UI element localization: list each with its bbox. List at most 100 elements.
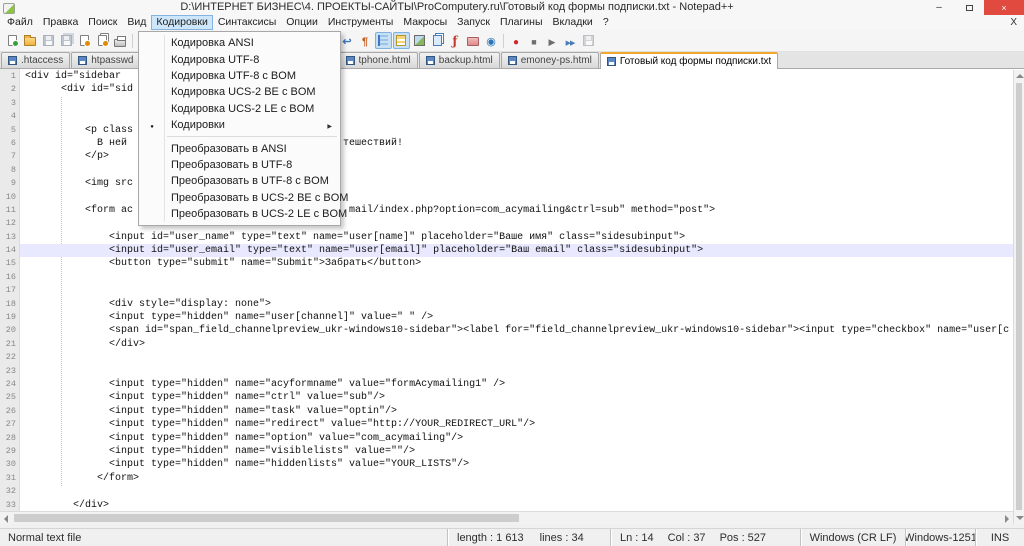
tab-htpasswd[interactable]: htpasswd — [71, 52, 140, 68]
vertical-scroll-thumb[interactable] — [1016, 83, 1022, 510]
code-line[interactable]: 32 — [0, 485, 1013, 498]
menu-item-encode-utf8-bom[interactable]: Кодировка UTF-8 с BOM — [139, 68, 340, 84]
monitoring-button[interactable] — [483, 32, 500, 49]
code-line[interactable]: 31 </form> — [0, 472, 1013, 485]
scroll-left-icon[interactable] — [4, 515, 8, 523]
menubar-item-run[interactable]: Запуск — [452, 15, 495, 30]
macro-play-button[interactable] — [544, 32, 561, 49]
code-text — [25, 365, 1013, 378]
code-line[interactable]: 26 <input type="hidden" name="task" valu… — [0, 405, 1013, 418]
scroll-down-icon[interactable] — [1016, 516, 1024, 520]
macro-record-button[interactable] — [508, 32, 525, 49]
menu-item-encode-utf8[interactable]: Кодировка UTF-8 — [139, 51, 340, 67]
print-button[interactable] — [112, 32, 129, 49]
menu-item-encode-ucs2le-bom[interactable]: Кодировка UCS-2 LE с BOM — [139, 101, 340, 117]
menubar-item-macros[interactable]: Макросы — [398, 15, 452, 30]
line-number: 10 — [0, 191, 20, 204]
menubar-item-tools[interactable]: Инструменты — [323, 15, 398, 30]
code-line[interactable]: 30 <input type="hidden" name="hiddenlist… — [0, 458, 1013, 471]
code-line[interactable]: 28 <input type="hidden" name="option" va… — [0, 432, 1013, 445]
code-line[interactable]: 21 </div> — [0, 338, 1013, 351]
menu-item-encode-ansi[interactable]: Кодировка ANSI — [139, 35, 340, 51]
code-line[interactable]: 27 <input type="hidden" name="redirect" … — [0, 418, 1013, 431]
document-switcher-icon — [433, 35, 442, 46]
code-line[interactable]: 15 <button type="submit" name="Submit">З… — [0, 257, 1013, 270]
code-line[interactable]: 22 — [0, 351, 1013, 364]
horizontal-scroll-thumb[interactable] — [14, 514, 519, 522]
menu-item-label: Кодировка UCS-2 BE с BOM — [171, 86, 316, 98]
tab-subscribe-form[interactable]: Готовый код формы подписки.txt — [600, 52, 779, 69]
new-file-button[interactable] — [4, 32, 21, 49]
close-file-button[interactable] — [76, 32, 93, 49]
macro-run-multiple-button[interactable] — [562, 32, 579, 49]
menubar-item-tabs[interactable]: Вкладки — [548, 15, 598, 30]
code-line[interactable]: 33 </div> — [0, 499, 1013, 512]
open-file-button[interactable] — [22, 32, 39, 49]
macro-save-button[interactable] — [580, 32, 597, 49]
statusbar-insert-mode[interactable]: INS — [975, 529, 1024, 546]
function-list-button[interactable] — [393, 32, 410, 49]
save-file-button[interactable] — [40, 32, 57, 49]
save-all-button[interactable] — [58, 32, 75, 49]
saved-file-icon — [426, 56, 435, 65]
code-line[interactable]: 14 <input id="user_email" type="text" na… — [0, 244, 1013, 257]
menubar-item-plugins[interactable]: Плагины — [495, 15, 548, 30]
menu-item-convert-utf8[interactable]: Преобразовать в UTF-8 — [139, 157, 340, 173]
code-line[interactable]: 16 — [0, 271, 1013, 284]
minimize-icon: – — [936, 2, 942, 13]
vertical-scrollbar[interactable] — [1013, 70, 1024, 524]
code-line[interactable]: 18 <div style="display: none"> — [0, 298, 1013, 311]
menubar-item-file[interactable]: Файл — [2, 15, 38, 30]
close-all-icon — [98, 35, 107, 46]
code-line[interactable]: 29 <input type="hidden" name="visiblelis… — [0, 445, 1013, 458]
line-number: 8 — [0, 164, 20, 177]
menu-separator — [139, 133, 340, 140]
menubar-item-view[interactable]: Вид — [122, 15, 151, 30]
menubar-item-options[interactable]: Опции — [281, 15, 323, 30]
line-number: 22 — [0, 351, 20, 364]
document-map-button[interactable] — [411, 32, 428, 49]
horizontal-scrollbar[interactable] — [0, 511, 1013, 524]
show-all-characters-button[interactable] — [357, 32, 374, 49]
scroll-right-icon[interactable] — [1005, 515, 1009, 523]
minimize-button[interactable]: – — [924, 0, 954, 15]
code-line[interactable]: 24 <input type="hidden" name="acyformnam… — [0, 378, 1013, 391]
close-button[interactable]: × — [984, 0, 1024, 15]
close-document-button[interactable]: X — [1003, 15, 1024, 30]
scroll-up-icon[interactable] — [1016, 74, 1024, 78]
menu-item-convert-ucs2be-bom[interactable]: Преобразовать в UCS-2 BE с BOM — [139, 190, 340, 206]
menu-item-character-sets[interactable]: Кодировки — [139, 117, 340, 133]
menubar-item-encoding[interactable]: Кодировки — [151, 15, 212, 30]
statusbar-caret-position: Ln : 14 Col : 37 Pos : 527 — [610, 529, 800, 546]
code-line[interactable]: 19 <input type="hidden" name="user[chann… — [0, 311, 1013, 324]
menu-item-convert-utf8-bom[interactable]: Преобразовать в UTF-8 с BOM — [139, 173, 340, 189]
document-switcher-button[interactable] — [429, 32, 446, 49]
restore-button[interactable] — [954, 0, 984, 15]
code-line[interactable]: 13 <input id="user_name" type="text" nam… — [0, 231, 1013, 244]
tab-emoney[interactable]: emoney-ps.html — [501, 52, 599, 68]
menu-item-encode-ucs2be-bom[interactable]: Кодировка UCS-2 BE с BOM — [139, 84, 340, 100]
code-line[interactable]: 20 <span id="span_field_channelpreview_u… — [0, 324, 1013, 337]
line-number: 19 — [0, 311, 20, 324]
menu-item-convert-ucs2le-bom[interactable]: Преобразовать в UCS-2 LE с BOM — [139, 206, 340, 222]
line-number: 4 — [0, 110, 20, 123]
macro-stop-button[interactable] — [526, 32, 543, 49]
tab-backup[interactable]: backup.html — [419, 52, 500, 68]
menubar-item-help[interactable]: ? — [598, 15, 614, 30]
menu-item-label: Преобразовать в UTF-8 с BOM — [171, 175, 329, 187]
code-line[interactable]: 25 <input type="hidden" name="ctrl" valu… — [0, 391, 1013, 404]
tab-htaccess[interactable]: .htaccess — [1, 52, 70, 68]
menubar-item-syntax[interactable]: Синтаксисы — [213, 15, 281, 30]
word-wrap-button[interactable] — [339, 32, 356, 49]
indent-guide-button[interactable] — [375, 32, 392, 49]
code-line[interactable]: 17 — [0, 284, 1013, 297]
function-signature-button[interactable] — [447, 32, 464, 49]
tab-tphone[interactable]: tphone.html — [339, 52, 418, 68]
code-line[interactable]: 23 — [0, 365, 1013, 378]
menu-item-convert-ansi[interactable]: Преобразовать в ANSI — [139, 140, 340, 156]
folder-as-workspace-button[interactable] — [465, 32, 482, 49]
line-number: 28 — [0, 432, 20, 445]
menubar-item-search[interactable]: Поиск — [83, 15, 122, 30]
close-all-button[interactable] — [94, 32, 111, 49]
menubar-item-edit[interactable]: Правка — [38, 15, 83, 30]
